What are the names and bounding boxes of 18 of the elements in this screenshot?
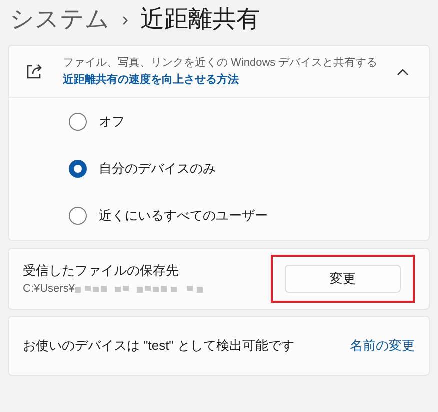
radio-label: 自分のデバイスのみ: [99, 160, 216, 178]
chevron-icon[interactable]: [397, 68, 409, 76]
radio-label: 近くにいるすべてのユーザー: [99, 207, 268, 226]
radio-button[interactable]: [69, 207, 87, 225]
breadcrumb-parent[interactable]: システム: [10, 2, 110, 38]
radio-label: オフ: [99, 113, 125, 132]
help-link[interactable]: 近距離共有の速度を向上させる方法: [63, 72, 397, 88]
folder-path: C:¥Users¥: [23, 282, 75, 296]
radio-button[interactable]: [69, 160, 87, 178]
breadcrumb-separator: ›: [122, 8, 129, 33]
description-text: ファイル、写真、リンクを近くの Windows デバイスと共有する: [63, 56, 379, 71]
setting-label: 受信したファイルの保存先: [23, 262, 180, 280]
change-button[interactable]: 変更: [285, 265, 401, 293]
share-icon: [25, 62, 43, 80]
rename-link[interactable]: 名前の変更: [350, 336, 415, 356]
page-title: 近距離共有: [140, 5, 261, 35]
device-name-text: お使いのデバイスは "test" として検出可能です: [23, 337, 294, 356]
radio-button[interactable]: [69, 113, 87, 131]
